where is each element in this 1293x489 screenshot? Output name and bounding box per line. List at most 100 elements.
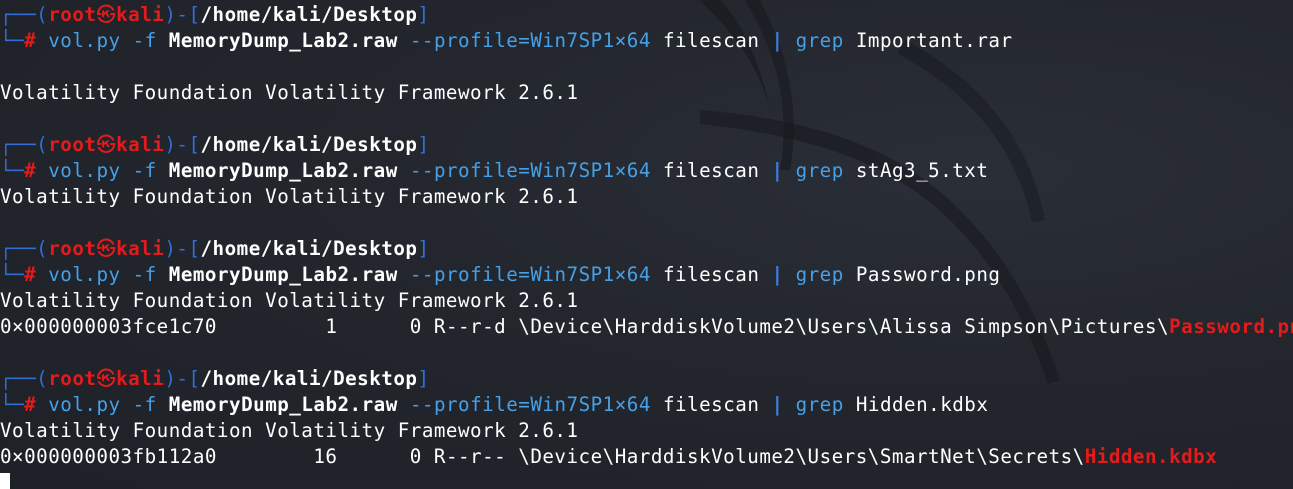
prompt-frame: ] <box>417 237 430 260</box>
prompt-user: root <box>48 237 97 260</box>
banner-text: Volatility Foundation Volatility Framewo… <box>0 289 579 312</box>
banner-text: Volatility Foundation Volatility Framewo… <box>0 185 579 208</box>
result-filename: Password.png <box>1169 315 1293 338</box>
text-cursor <box>0 473 10 489</box>
prompt-header: ┌──(root㉿kali)-[/home/kali/Desktop] <box>0 366 430 392</box>
command-profile: --profile=Win7SP1×64 <box>409 159 651 182</box>
prompt-frame: ┌──( <box>0 133 49 156</box>
command-grep: grep <box>795 159 844 182</box>
command-line: └─# vol.py -f MemoryDump_Lab2.raw --prof… <box>0 158 988 184</box>
volatility-banner: Volatility Foundation Volatility Framewo… <box>0 80 579 106</box>
prompt-frame: ┌──( <box>0 3 49 26</box>
command-program: vol.py <box>48 263 121 286</box>
prompt-frame: )-[ <box>164 133 201 156</box>
skull-icon: ㉿ <box>96 367 117 390</box>
command-flag: -f <box>132 29 157 52</box>
command-profile: --profile=Win7SP1×64 <box>409 263 651 286</box>
command-plugin: filescan <box>662 393 760 416</box>
prompt-cwd: /home/kali/Desktop <box>200 3 418 26</box>
filescan-result-row: 0×000000003fb112a0 16 0 R--r-- \Device\H… <box>0 444 1217 470</box>
command-dump-file: MemoryDump_Lab2.raw <box>168 29 398 52</box>
command-line: └─# vol.py -f MemoryDump_Lab2.raw --prof… <box>0 392 988 418</box>
volatility-banner: Volatility Foundation Volatility Framewo… <box>0 288 579 314</box>
prompt-cwd: /home/kali/Desktop <box>200 133 418 156</box>
result-hnd: 0 <box>409 315 422 338</box>
prompt-header: ┌──(root㉿kali)-[/home/kali/Desktop] <box>0 236 430 262</box>
banner-text: Volatility Foundation Volatility Framewo… <box>0 419 579 442</box>
prompt-symbol: # <box>24 263 37 286</box>
prompt-host: kali <box>116 3 165 26</box>
prompt-frame: └─ <box>0 29 25 52</box>
prompt-user: root <box>48 133 97 156</box>
terminal-window[interactable]: ┌──(root㉿kali)-[/home/kali/Desktop] └─# v… <box>0 0 1293 489</box>
banner-text: Volatility Foundation Volatility Framewo… <box>0 81 579 104</box>
volatility-banner: Volatility Foundation Volatility Framewo… <box>0 184 579 210</box>
command-search-term: stAg3_5.txt <box>855 159 989 182</box>
command-flag: -f <box>132 263 157 286</box>
command-dump-file: MemoryDump_Lab2.raw <box>168 393 398 416</box>
command-pipe: | <box>771 29 784 52</box>
result-ptr: 1 <box>325 315 338 338</box>
prompt-user: root <box>48 367 97 390</box>
command-search-term: Important.rar <box>855 29 1013 52</box>
result-offset: 0×000000003fce1c70 <box>0 315 217 338</box>
command-plugin: filescan <box>662 159 760 182</box>
prompt-symbol: # <box>24 29 37 52</box>
prompt-frame: ] <box>417 3 430 26</box>
result-path: \Device\HarddiskVolume2\Users\SmartNet\S… <box>518 445 1085 468</box>
result-access: R--r-d <box>433 315 507 338</box>
command-flag: -f <box>132 159 157 182</box>
result-access: R--r-- <box>433 445 507 468</box>
command-program: vol.py <box>48 393 121 416</box>
command-grep: grep <box>795 263 844 286</box>
prompt-host: kali <box>116 133 165 156</box>
prompt-frame: )-[ <box>164 237 201 260</box>
prompt-cwd: /home/kali/Desktop <box>200 237 418 260</box>
result-filename: Hidden.kdbx <box>1084 445 1218 468</box>
command-grep: grep <box>795 29 844 52</box>
command-line: └─# vol.py -f MemoryDump_Lab2.raw --prof… <box>0 262 1000 288</box>
command-profile: --profile=Win7SP1×64 <box>409 29 651 52</box>
command-program: vol.py <box>48 29 121 52</box>
prompt-frame: ┌──( <box>0 367 49 390</box>
command-plugin: filescan <box>662 29 760 52</box>
prompt-frame: ] <box>417 133 430 156</box>
prompt-frame: ┌──( <box>0 237 49 260</box>
prompt-host: kali <box>116 237 165 260</box>
prompt-frame: └─ <box>0 159 25 182</box>
prompt-user: root <box>48 3 97 26</box>
prompt-cwd: /home/kali/Desktop <box>200 367 418 390</box>
skull-icon: ㉿ <box>96 237 117 260</box>
command-line: └─# vol.py -f MemoryDump_Lab2.raw --prof… <box>0 28 1013 54</box>
prompt-header: ┌──(root㉿kali)-[/home/kali/Desktop] <box>0 132 430 158</box>
prompt-symbol: # <box>24 159 37 182</box>
command-pipe: | <box>771 263 784 286</box>
command-pipe: | <box>771 159 784 182</box>
prompt-host: kali <box>116 367 165 390</box>
skull-icon: ㉿ <box>96 3 117 26</box>
command-profile: --profile=Win7SP1×64 <box>409 393 651 416</box>
filescan-result-row: 0×000000003fce1c70 1 0 R--r-d \Device\Ha… <box>0 314 1293 340</box>
prompt-symbol: # <box>24 393 37 416</box>
command-search-term: Password.png <box>855 263 1001 286</box>
command-plugin: filescan <box>662 263 760 286</box>
command-dump-file: MemoryDump_Lab2.raw <box>168 263 398 286</box>
command-flag: -f <box>132 393 157 416</box>
prompt-frame: )-[ <box>164 367 201 390</box>
prompt-frame: └─ <box>0 393 25 416</box>
result-hnd: 0 <box>409 445 422 468</box>
result-path: \Device\HarddiskVolume2\Users\Alissa Sim… <box>518 315 1170 338</box>
prompt-frame: ] <box>417 367 430 390</box>
volatility-banner: Volatility Foundation Volatility Framewo… <box>0 418 579 444</box>
prompt-header: ┌──(root㉿kali)-[/home/kali/Desktop] <box>0 2 430 28</box>
command-search-term: Hidden.kdbx <box>855 393 989 416</box>
result-ptr: 16 <box>313 445 338 468</box>
prompt-frame: )-[ <box>164 3 201 26</box>
result-offset: 0×000000003fb112a0 <box>0 445 217 468</box>
command-grep: grep <box>795 393 844 416</box>
skull-icon: ㉿ <box>96 133 117 156</box>
command-program: vol.py <box>48 159 121 182</box>
command-pipe: | <box>771 393 784 416</box>
command-dump-file: MemoryDump_Lab2.raw <box>168 159 398 182</box>
prompt-frame: └─ <box>0 263 25 286</box>
